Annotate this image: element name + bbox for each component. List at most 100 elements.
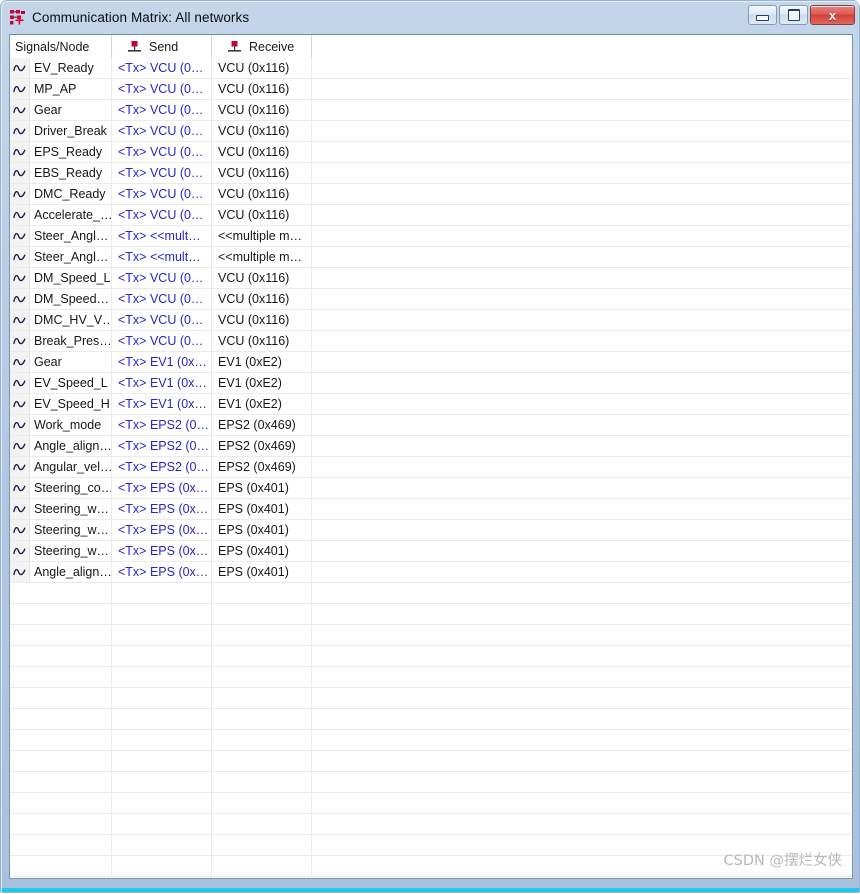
- cell-empty[interactable]: [312, 457, 852, 477]
- cell-empty[interactable]: [312, 436, 852, 456]
- cell-empty[interactable]: [312, 373, 852, 393]
- cell-empty[interactable]: [312, 688, 852, 708]
- cell-empty[interactable]: [212, 625, 312, 645]
- cell-empty[interactable]: [312, 163, 852, 183]
- cell-empty[interactable]: [212, 751, 312, 771]
- cell-empty[interactable]: [312, 541, 852, 561]
- cell-empty[interactable]: [10, 793, 112, 813]
- cell-send[interactable]: <Tx> VCU (0…: [112, 205, 212, 225]
- cell-receive[interactable]: EPS (0x401): [212, 541, 312, 561]
- cell-empty[interactable]: [10, 730, 112, 750]
- cell-send[interactable]: <Tx> EPS2 (0…: [112, 436, 212, 456]
- cell-signal[interactable]: Driver_Break: [10, 121, 112, 141]
- title-bar[interactable]: Communication Matrix: All networks x: [1, 1, 859, 34]
- cell-empty[interactable]: [312, 625, 852, 645]
- table-row[interactable]: Steering_w… <Tx> EPS (0x… EPS (0x401): [10, 499, 852, 520]
- cell-empty[interactable]: [212, 667, 312, 687]
- cell-empty[interactable]: [312, 394, 852, 414]
- cell-send[interactable]: <Tx> VCU (0…: [112, 121, 212, 141]
- table-row[interactable]: EV_Ready <Tx> VCU (0… VCU (0x116): [10, 58, 852, 79]
- table-row-empty[interactable]: [10, 688, 852, 709]
- table-row-empty[interactable]: [10, 877, 852, 878]
- cell-signal[interactable]: MP_AP: [10, 79, 112, 99]
- cell-receive[interactable]: VCU (0x116): [212, 79, 312, 99]
- cell-receive[interactable]: <<multiple m…: [212, 226, 312, 246]
- cell-signal[interactable]: Break_Pres…: [10, 331, 112, 351]
- cell-empty[interactable]: [112, 835, 212, 855]
- table-row-empty[interactable]: [10, 583, 852, 604]
- cell-empty[interactable]: [10, 835, 112, 855]
- cell-signal[interactable]: DM_Speed_L: [10, 268, 112, 288]
- cell-empty[interactable]: [312, 289, 852, 309]
- table-row[interactable]: Gear <Tx> EV1 (0x… EV1 (0xE2): [10, 352, 852, 373]
- cell-signal[interactable]: EV_Ready: [10, 58, 112, 78]
- minimize-button[interactable]: [748, 5, 777, 25]
- table-row[interactable]: DMC_Ready <Tx> VCU (0… VCU (0x116): [10, 184, 852, 205]
- cell-signal[interactable]: Gear: [10, 352, 112, 372]
- cell-empty[interactable]: [112, 751, 212, 771]
- cell-empty[interactable]: [10, 667, 112, 687]
- cell-empty[interactable]: [312, 730, 852, 750]
- cell-receive[interactable]: VCU (0x116): [212, 142, 312, 162]
- table-row-empty[interactable]: [10, 730, 852, 751]
- cell-send[interactable]: <Tx> EPS (0x…: [112, 562, 212, 582]
- cell-empty[interactable]: [10, 688, 112, 708]
- cell-signal[interactable]: Accelerate_…: [10, 205, 112, 225]
- cell-receive[interactable]: VCU (0x116): [212, 163, 312, 183]
- cell-send[interactable]: <Tx> EV1 (0x…: [112, 352, 212, 372]
- cell-empty[interactable]: [212, 772, 312, 792]
- cell-send[interactable]: <Tx> VCU (0…: [112, 310, 212, 330]
- table-row[interactable]: EPS_Ready <Tx> VCU (0… VCU (0x116): [10, 142, 852, 163]
- cell-empty[interactable]: [212, 709, 312, 729]
- cell-signal[interactable]: Steering_co…: [10, 478, 112, 498]
- cell-empty[interactable]: [212, 814, 312, 834]
- cell-receive[interactable]: VCU (0x116): [212, 184, 312, 204]
- cell-empty[interactable]: [312, 415, 852, 435]
- cell-receive[interactable]: EV1 (0xE2): [212, 352, 312, 372]
- cell-empty[interactable]: [312, 583, 852, 603]
- cell-receive[interactable]: EPS2 (0x469): [212, 415, 312, 435]
- cell-empty[interactable]: [10, 709, 112, 729]
- cell-empty[interactable]: [312, 247, 852, 267]
- cell-signal[interactable]: Steering_w…: [10, 499, 112, 519]
- column-header-signals-node[interactable]: Signals/Node: [10, 35, 112, 58]
- cell-empty[interactable]: [312, 478, 852, 498]
- cell-signal[interactable]: Steering_w…: [10, 520, 112, 540]
- cell-send[interactable]: <Tx> EPS (0x…: [112, 478, 212, 498]
- table-row[interactable]: Steer_Angl… <Tx> <<mult… <<multiple m…: [10, 247, 852, 268]
- table-row[interactable]: EV_Speed_H <Tx> EV1 (0x… EV1 (0xE2): [10, 394, 852, 415]
- cell-empty[interactable]: [212, 583, 312, 603]
- cell-empty[interactable]: [112, 772, 212, 792]
- table-row[interactable]: Angular_vel… <Tx> EPS2 (0… EPS2 (0x469): [10, 457, 852, 478]
- table-row-empty[interactable]: [10, 646, 852, 667]
- table-row[interactable]: MP_AP <Tx> VCU (0… VCU (0x116): [10, 79, 852, 100]
- cell-send[interactable]: <Tx> VCU (0…: [112, 58, 212, 78]
- cell-empty[interactable]: [10, 751, 112, 771]
- cell-empty[interactable]: [312, 604, 852, 624]
- cell-receive[interactable]: VCU (0x116): [212, 331, 312, 351]
- cell-empty[interactable]: [112, 604, 212, 624]
- cell-empty[interactable]: [312, 709, 852, 729]
- table-row-empty[interactable]: [10, 604, 852, 625]
- column-header-receive[interactable]: Receive: [212, 35, 312, 58]
- cell-signal[interactable]: Steer_Angl…: [10, 247, 112, 267]
- cell-empty[interactable]: [212, 856, 312, 876]
- cell-receive[interactable]: EPS2 (0x469): [212, 457, 312, 477]
- cell-empty[interactable]: [312, 268, 852, 288]
- cell-empty[interactable]: [312, 352, 852, 372]
- cell-empty[interactable]: [112, 667, 212, 687]
- cell-empty[interactable]: [312, 142, 852, 162]
- close-button[interactable]: x: [810, 5, 855, 25]
- cell-empty[interactable]: [312, 58, 852, 78]
- cell-receive[interactable]: <<multiple m…: [212, 247, 312, 267]
- cell-receive[interactable]: EV1 (0xE2): [212, 394, 312, 414]
- cell-send[interactable]: <Tx> VCU (0…: [112, 163, 212, 183]
- cell-send[interactable]: <Tx> EV1 (0x…: [112, 373, 212, 393]
- cell-receive[interactable]: VCU (0x116): [212, 100, 312, 120]
- cell-receive[interactable]: EPS (0x401): [212, 562, 312, 582]
- cell-empty[interactable]: [10, 856, 112, 876]
- cell-send[interactable]: <Tx> VCU (0…: [112, 184, 212, 204]
- cell-send[interactable]: <Tx> VCU (0…: [112, 268, 212, 288]
- cell-empty[interactable]: [112, 793, 212, 813]
- cell-signal[interactable]: Steer_Angl…: [10, 226, 112, 246]
